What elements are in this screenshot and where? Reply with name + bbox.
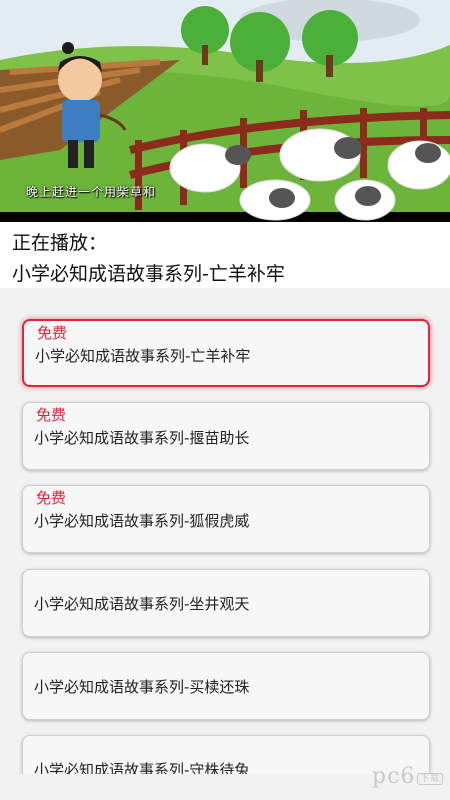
playlist[interactable]: 免费 小学必知成语故事系列-亡羊补牢 免费 小学必知成语故事系列-揠苗助长 免费… (0, 288, 450, 774)
watermark-logo: pc6 下载 (372, 764, 444, 789)
video-subtitle: 晚上赶进一个用柴草和 (26, 185, 157, 199)
playlist-item-title: 小学必知成语故事系列-亡羊补牢 (35, 347, 251, 365)
playlist-item-title: 小学必知成语故事系列-狐假虎威 (34, 512, 250, 530)
watermark-badge: 下载 (417, 772, 444, 785)
playlist-item[interactable]: 小学必知成语故事系列-守株待兔 (22, 735, 430, 774)
playlist-item[interactable]: 小学必知成语故事系列-坐井观天 (22, 569, 430, 637)
playlist-item-title: 小学必知成语故事系列-守株待兔 (34, 761, 250, 774)
free-badge: 免费 (37, 324, 68, 342)
playlist-item[interactable]: 免费 小学必知成语故事系列-狐假虎威 (22, 485, 430, 553)
video-player[interactable]: 晚上赶进一个用柴草和 (0, 0, 450, 222)
now-playing-panel: 正在播放： 小学必知成语故事系列-亡羊补牢 (0, 222, 450, 288)
playlist-item-title: 小学必知成语故事系列-坐井观天 (34, 595, 250, 613)
playlist-item[interactable]: 小学必知成语故事系列-买椟还珠 (22, 652, 430, 720)
playlist-item[interactable]: 免费 小学必知成语故事系列-揠苗助长 (22, 402, 430, 470)
watermark-text: pc6 (372, 764, 416, 789)
playlist-item[interactable]: 免费 小学必知成语故事系列-亡羊补牢 (22, 319, 430, 387)
free-badge: 免费 (36, 489, 67, 507)
playlist-item-title: 小学必知成语故事系列-揠苗助长 (34, 429, 250, 447)
now-playing-label: 正在播放： (12, 232, 108, 254)
now-playing-title: 小学必知成语故事系列-亡羊补牢 (12, 263, 285, 285)
playlist-item-title: 小学必知成语故事系列-买椟还珠 (34, 678, 250, 696)
free-badge: 免费 (36, 406, 67, 424)
